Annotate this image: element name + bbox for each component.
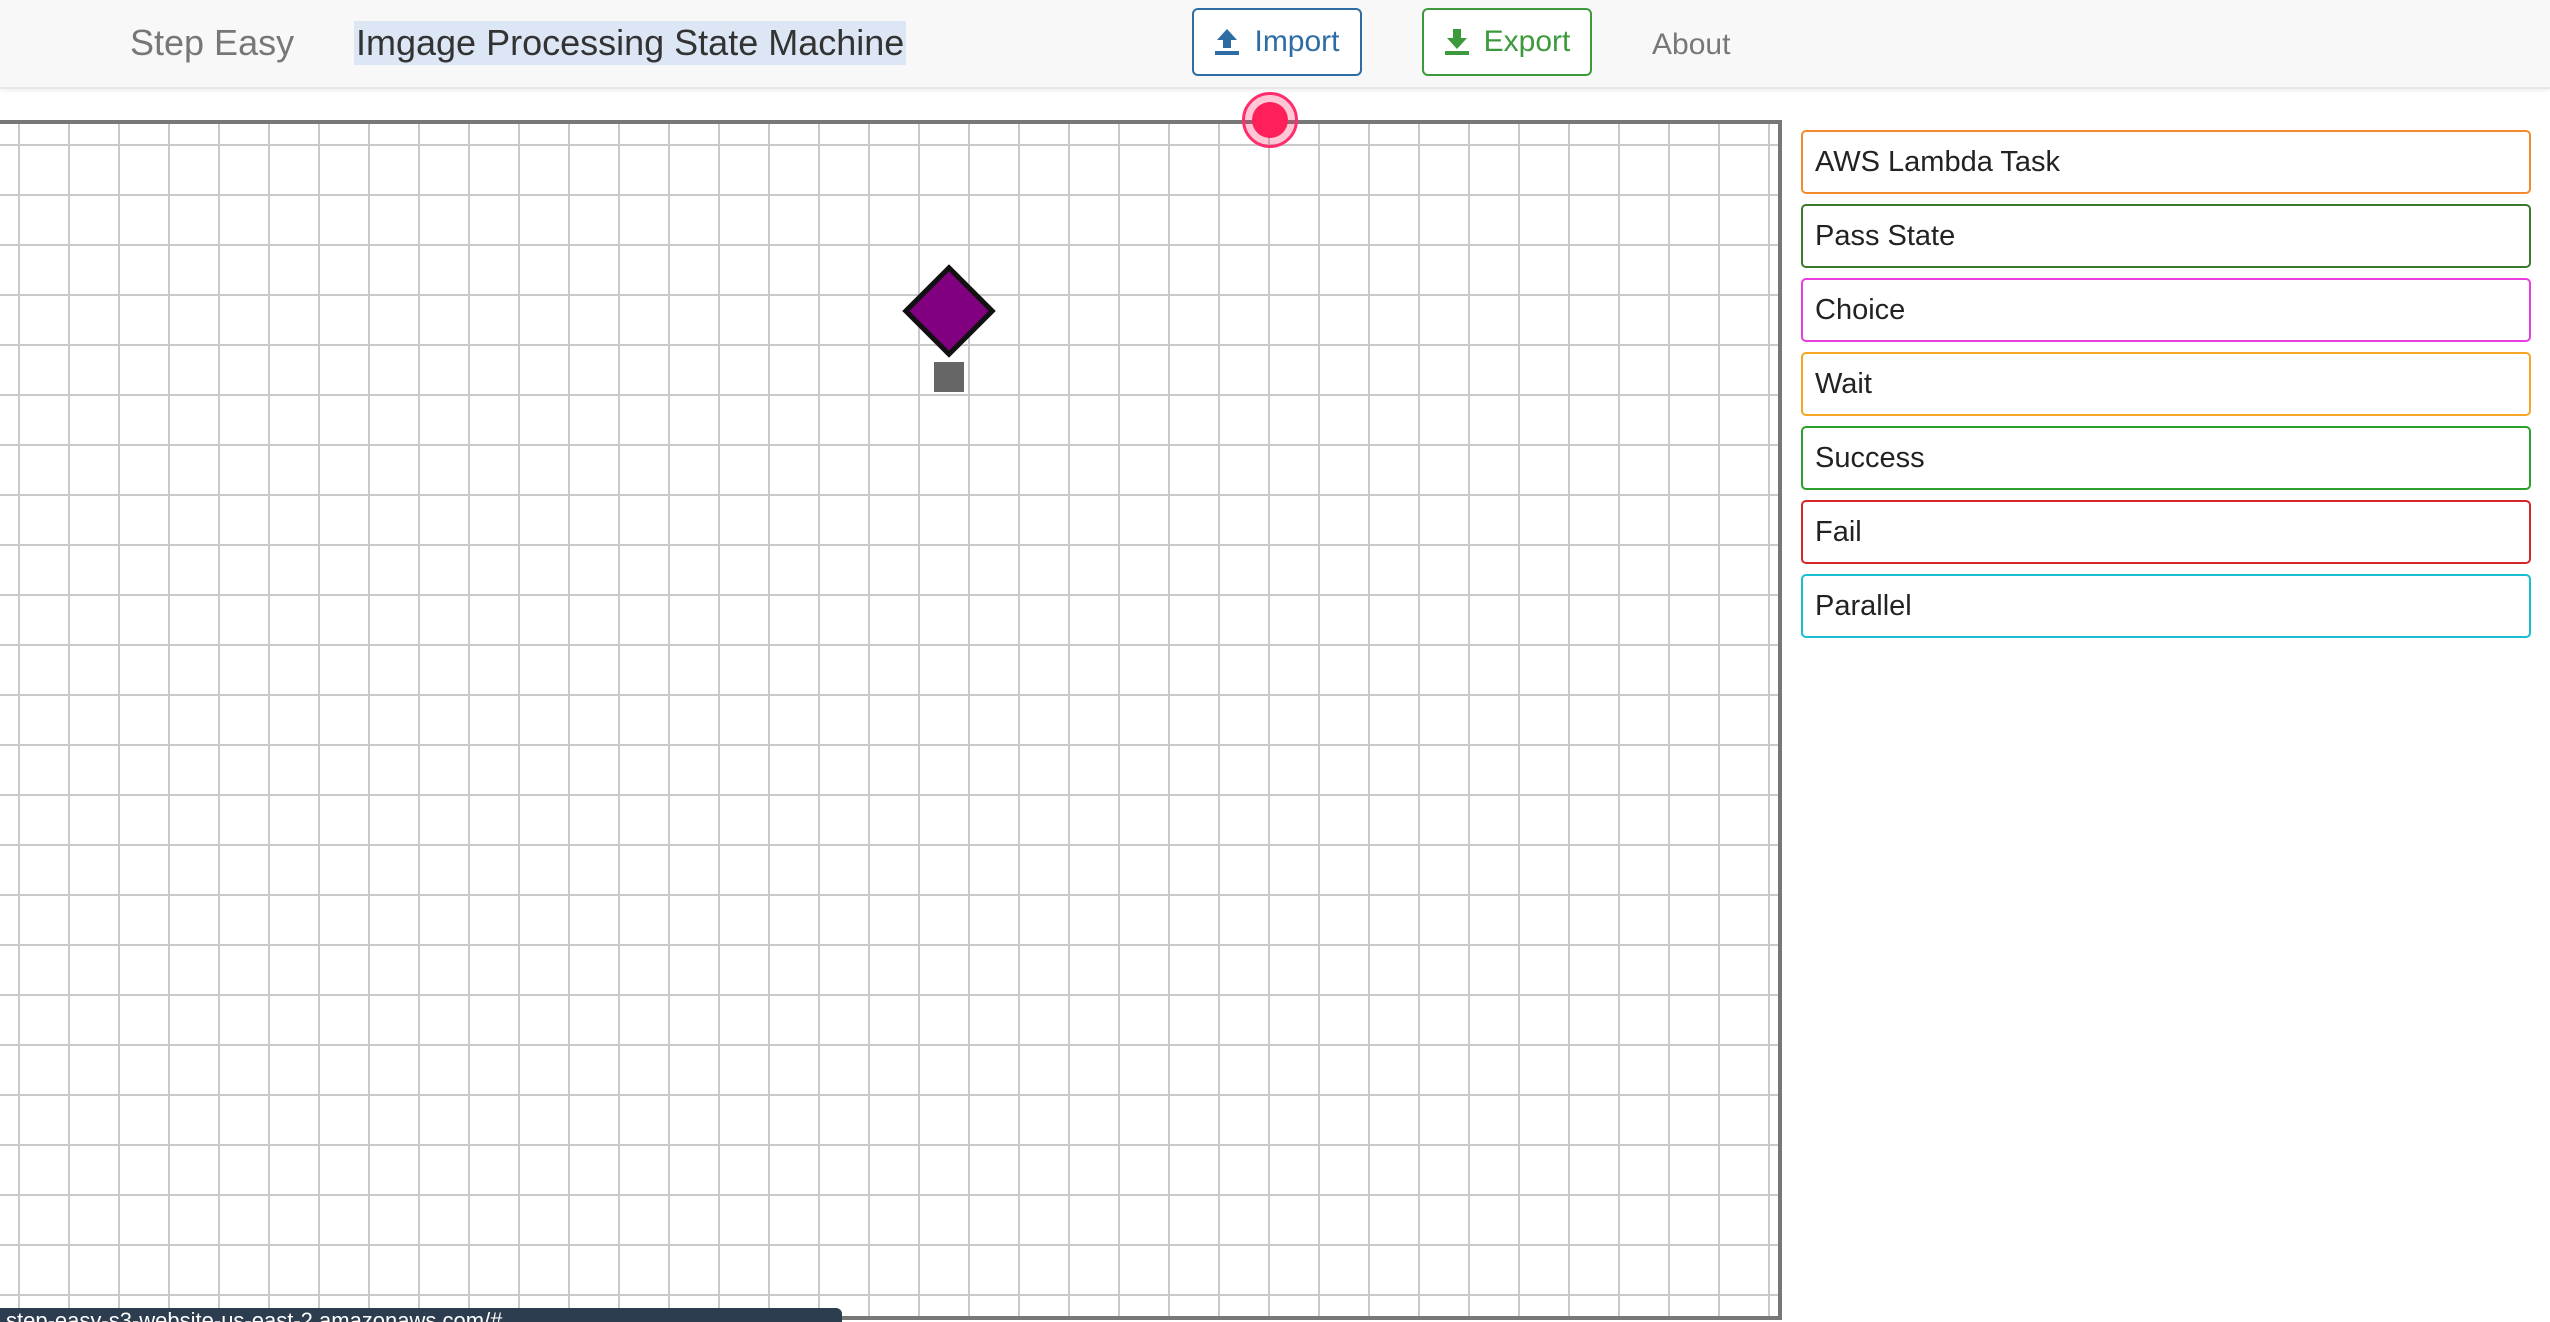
export-button-label: Export — [1483, 25, 1571, 58]
palette-item-fail[interactable]: Fail — [1801, 500, 2531, 564]
import-button-label: Import — [1254, 25, 1340, 58]
export-button[interactable]: Export — [1422, 8, 1592, 76]
palette-item-choice[interactable]: Choice — [1801, 278, 2531, 342]
brand-link[interactable]: Step Easy — [130, 21, 294, 65]
palette-item-aws-lambda-task[interactable]: AWS Lambda Task — [1801, 130, 2531, 194]
palette-item-parallel[interactable]: Parallel — [1801, 574, 2531, 638]
about-link[interactable]: About — [1652, 25, 1730, 65]
start-marker-dot — [1252, 102, 1288, 138]
palette-item-success[interactable]: Success — [1801, 426, 2531, 490]
state-machine-title-input[interactable]: Imgage Processing State Machine — [354, 21, 907, 65]
state-machine-canvas[interactable] — [0, 120, 1782, 1320]
node-connection-port[interactable] — [934, 362, 964, 392]
palette-item-wait[interactable]: Wait — [1801, 352, 2531, 416]
top-navbar: Step Easy Imgage Processing State Machin… — [0, 0, 2550, 89]
start-marker[interactable] — [1242, 92, 1298, 148]
import-button[interactable]: Import — [1192, 8, 1362, 76]
link-status-bar: step-easy-s3-website-us-east-2.amazonaws… — [0, 1308, 842, 1322]
state-palette: AWS Lambda Task Pass State Choice Wait S… — [1801, 130, 2531, 648]
download-icon — [1444, 29, 1469, 55]
palette-item-pass-state[interactable]: Pass State — [1801, 204, 2531, 268]
upload-icon — [1215, 29, 1240, 55]
choice-state-node[interactable] — [902, 264, 996, 358]
